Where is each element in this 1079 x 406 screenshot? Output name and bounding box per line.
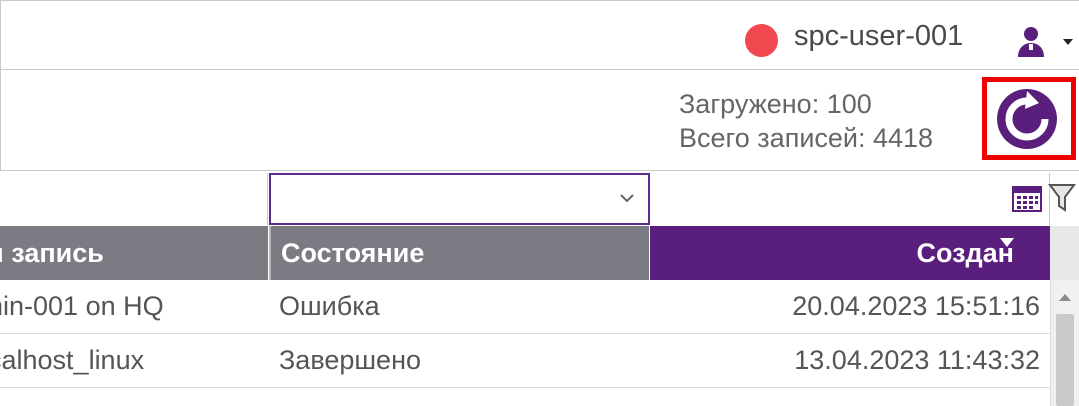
- scrollbar-thumb[interactable]: [1056, 314, 1074, 406]
- cell-created: 13.04.2023 11:43:32: [794, 345, 1040, 375]
- calendar-icon[interactable]: [1012, 184, 1042, 212]
- sort-desc-icon: [1000, 238, 1014, 247]
- loaded-count: Загружено: 100: [679, 89, 872, 119]
- record-filter-input[interactable]: [0, 173, 268, 225]
- table-row[interactable]: nin-001 on HQ Ошибка 20.04.2023 15:51:16: [0, 280, 1050, 334]
- user-icon[interactable]: [1013, 23, 1049, 59]
- chevron-down-icon[interactable]: [1061, 37, 1075, 47]
- column-header-state[interactable]: Состояние: [269, 226, 649, 280]
- cell-state: Завершено: [279, 345, 422, 375]
- filter-row: [0, 170, 1079, 226]
- status-indicator: [745, 24, 778, 57]
- column-header-created[interactable]: Создан: [650, 226, 1050, 280]
- header-filler: [1050, 226, 1079, 280]
- chevron-down-icon: [620, 194, 634, 203]
- table-header: я запись Состояние Создан: [0, 226, 1079, 280]
- cell-record: calhost_linux: [0, 345, 145, 375]
- cell-state: Ошибка: [279, 291, 380, 321]
- table-row[interactable]: calhost_linux Завершено 13.04.2023 11:43…: [0, 334, 1050, 388]
- toolbar: Загружено: 100 Всего записей: 4418: [0, 70, 1079, 170]
- state-filter-select[interactable]: [269, 173, 650, 225]
- cell-created: 20.04.2023 15:51:16: [792, 291, 1040, 321]
- filter-icon[interactable]: [1048, 182, 1076, 214]
- cell-record: nin-001 on HQ: [0, 291, 164, 321]
- top-bar: spc-user-001: [0, 0, 1079, 70]
- total-records: Всего записей: 4418: [679, 123, 934, 153]
- username-label[interactable]: spc-user-001: [794, 20, 963, 53]
- refresh-icon[interactable]: [995, 87, 1059, 151]
- created-filter-input[interactable]: [652, 173, 1050, 225]
- column-header-record[interactable]: я запись: [0, 226, 268, 280]
- refresh-highlight: [982, 77, 1076, 160]
- scroll-up-icon[interactable]: [1058, 292, 1072, 302]
- table-body: nin-001 on HQ Ошибка 20.04.2023 15:51:16…: [0, 280, 1050, 406]
- vertical-scrollbar[interactable]: [1050, 280, 1079, 406]
